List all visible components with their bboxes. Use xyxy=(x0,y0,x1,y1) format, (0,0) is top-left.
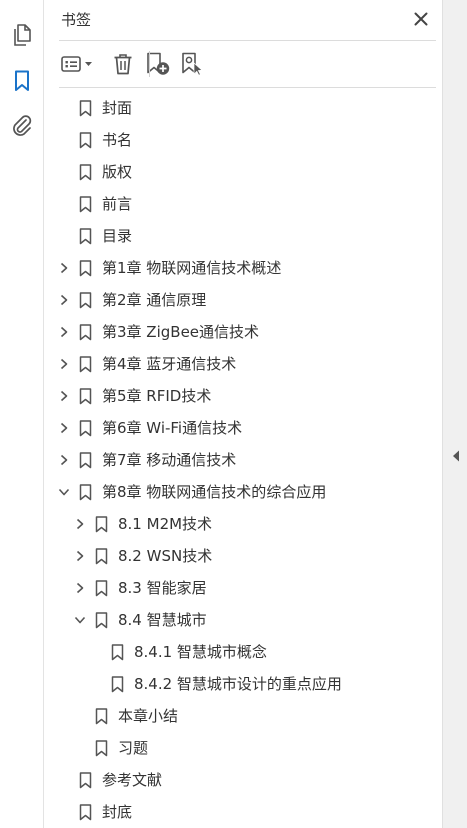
panel-title: 书签 xyxy=(61,11,92,29)
bookmark-item[interactable]: 第6章 Wi-Fi通信技术 xyxy=(45,412,442,444)
bookmark-label: 第4章 蓝牙通信技术 xyxy=(102,355,237,373)
bookmark-icon xyxy=(111,644,125,661)
bookmark-label: 版权 xyxy=(102,163,133,181)
bookmark-icon xyxy=(79,260,93,277)
bookmark-item[interactable]: 第7章 移动通信技术 xyxy=(45,444,442,476)
attachments-icon[interactable] xyxy=(8,112,36,140)
bookmark-item[interactable]: 第1章 物联网通信技术概述 xyxy=(45,252,442,284)
chevron-down-icon[interactable] xyxy=(73,613,87,627)
close-icon[interactable] xyxy=(412,10,430,28)
chevron-right-icon[interactable] xyxy=(57,389,71,403)
bookmark-item[interactable]: 第2章 通信原理 xyxy=(45,284,442,316)
bookmark-label: 书名 xyxy=(102,131,133,149)
options-menu-icon[interactable] xyxy=(59,51,97,77)
pages-icon[interactable] xyxy=(8,21,36,49)
bookmark-label: 封底 xyxy=(102,803,133,821)
bookmark-icon xyxy=(79,228,93,245)
bookmark-icon xyxy=(79,324,93,341)
bookmark-icon xyxy=(79,196,93,213)
bookmark-item[interactable]: 版权 xyxy=(45,156,442,188)
bookmark-icon xyxy=(95,708,109,725)
bookmark-icon xyxy=(79,804,93,821)
collapse-arrow-icon[interactable] xyxy=(451,448,461,464)
bookmarks-panel: 书签 封面 书名 版权 前言 目录 第1章 物联网通信技术概述 第2章 通信原理… xyxy=(45,0,442,828)
bookmark-item[interactable]: 参考文献 xyxy=(45,764,442,796)
bookmark-label: 前言 xyxy=(102,195,133,213)
bookmark-label: 第1章 物联网通信技术概述 xyxy=(102,259,282,277)
bookmark-label: 第3章 ZigBee通信技术 xyxy=(102,323,260,341)
bookmark-label: 8.4.2 智慧城市设计的重点应用 xyxy=(134,675,342,693)
bookmark-label: 8.2 WSN技术 xyxy=(118,547,213,565)
bookmark-icon xyxy=(95,612,109,629)
bookmark-item[interactable]: 封底 xyxy=(45,796,442,828)
chevron-right-icon[interactable] xyxy=(57,421,71,435)
bookmark-icon xyxy=(79,420,93,437)
bookmarks-icon[interactable] xyxy=(8,67,36,95)
bookmark-icon xyxy=(79,452,93,469)
bookmark-icon xyxy=(79,772,93,789)
bookmark-icon xyxy=(79,164,93,181)
left-icon-rail xyxy=(0,0,44,828)
bookmark-item[interactable]: 8.4.1 智慧城市概念 xyxy=(45,636,442,668)
bookmark-label: 目录 xyxy=(102,227,133,245)
chevron-down-icon[interactable] xyxy=(57,485,71,499)
bookmark-item[interactable]: 第8章 物联网通信技术的综合应用 xyxy=(45,476,442,508)
chevron-right-icon[interactable] xyxy=(57,453,71,467)
bookmark-icon xyxy=(95,516,109,533)
bookmark-label: 第8章 物联网通信技术的综合应用 xyxy=(102,483,327,501)
bookmark-label: 第2章 通信原理 xyxy=(102,291,207,309)
chevron-right-icon[interactable] xyxy=(73,549,87,563)
bookmark-label: 习题 xyxy=(118,739,149,757)
toolbar-divider xyxy=(59,87,436,88)
bookmark-icon xyxy=(79,292,93,309)
bookmark-item[interactable]: 8.4.2 智慧城市设计的重点应用 xyxy=(45,668,442,700)
bookmark-item[interactable]: 8.3 智能家居 xyxy=(45,572,442,604)
bookmark-label: 参考文献 xyxy=(102,771,163,789)
bookmark-item[interactable]: 目录 xyxy=(45,220,442,252)
toolbar-separator xyxy=(149,51,150,77)
panel-header: 书签 xyxy=(45,0,442,40)
bookmark-icon xyxy=(79,388,93,405)
bookmark-item[interactable]: 前言 xyxy=(45,188,442,220)
bookmark-item[interactable]: 本章小结 xyxy=(45,700,442,732)
bookmark-icon xyxy=(95,580,109,597)
delete-bookmark-icon[interactable] xyxy=(111,51,135,77)
bookmark-label: 第7章 移动通信技术 xyxy=(102,451,237,469)
chevron-right-icon[interactable] xyxy=(57,325,71,339)
bookmark-label: 8.4.1 智慧城市概念 xyxy=(134,643,267,661)
bookmark-icon xyxy=(79,132,93,149)
bookmark-icon xyxy=(95,740,109,757)
bookmark-label: 封面 xyxy=(102,99,133,117)
bookmark-icon xyxy=(79,356,93,373)
bookmark-from-selection-icon[interactable] xyxy=(179,51,207,77)
panel-collapse-strip[interactable] xyxy=(442,0,467,828)
bookmark-label: 8.4 智慧城市 xyxy=(118,611,207,629)
bookmark-icon xyxy=(95,548,109,565)
chevron-right-icon[interactable] xyxy=(57,293,71,307)
chevron-right-icon[interactable] xyxy=(73,517,87,531)
bookmark-item[interactable]: 书名 xyxy=(45,124,442,156)
bookmark-item[interactable]: 封面 xyxy=(45,92,442,124)
chevron-right-icon[interactable] xyxy=(57,261,71,275)
bookmark-label: 8.3 智能家居 xyxy=(118,579,207,597)
chevron-right-icon[interactable] xyxy=(73,581,87,595)
bookmark-icon xyxy=(79,484,93,501)
bookmark-icon xyxy=(111,676,125,693)
bookmark-item[interactable]: 第5章 RFID技术 xyxy=(45,380,442,412)
bookmark-label: 第5章 RFID技术 xyxy=(102,387,212,405)
bookmark-item[interactable]: 8.4 智慧城市 xyxy=(45,604,442,636)
bookmark-label: 本章小结 xyxy=(118,707,179,725)
bookmark-item[interactable]: 习题 xyxy=(45,732,442,764)
chevron-right-icon[interactable] xyxy=(57,357,71,371)
bookmark-item[interactable]: 8.1 M2M技术 xyxy=(45,508,442,540)
bookmark-item[interactable]: 第3章 ZigBee通信技术 xyxy=(45,316,442,348)
bookmark-icon xyxy=(79,100,93,117)
bookmark-label: 8.1 M2M技术 xyxy=(118,515,213,533)
bookmark-item[interactable]: 第4章 蓝牙通信技术 xyxy=(45,348,442,380)
bookmark-label: 第6章 Wi-Fi通信技术 xyxy=(102,419,243,437)
bookmarks-toolbar xyxy=(45,41,442,87)
bookmark-item[interactable]: 8.2 WSN技术 xyxy=(45,540,442,572)
